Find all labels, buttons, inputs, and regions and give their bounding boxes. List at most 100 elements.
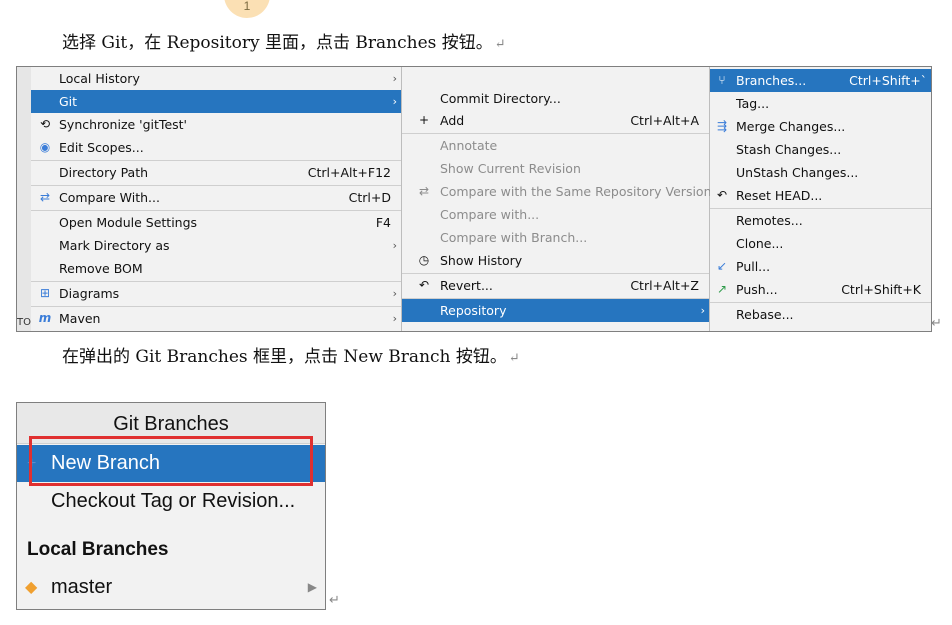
chevron-right-icon: › <box>392 312 397 325</box>
menu-background <box>710 319 931 331</box>
checkout-tag-item[interactable]: Checkout Tag or Revision... <box>17 483 325 520</box>
menu-item-maven[interactable]: m Maven › <box>31 307 401 330</box>
menu-item-remove-bom[interactable]: Remove BOM <box>31 257 401 280</box>
return-mark: ↵ <box>508 351 520 366</box>
page-number-badge: 1 <box>224 0 270 18</box>
menu-item-label: Local History <box>59 71 140 86</box>
context-menu-screenshot: TO Local History › Git › ⟲ Synchronize '… <box>16 66 932 332</box>
menu-item-merge-changes[interactable]: ⇶ Merge Changes... <box>710 115 931 138</box>
menu-item-edit-scopes[interactable]: ◉ Edit Scopes... <box>31 136 401 159</box>
menu-item-diagrams[interactable]: ⊞ Diagrams › <box>31 282 401 305</box>
menu-item-local-history[interactable]: Local History › <box>31 67 401 90</box>
menu-item-label: Mark Directory as <box>59 238 170 253</box>
compare-icon: ⇄ <box>39 190 51 204</box>
menu-item-label: Compare with the Same Repository Version <box>440 184 712 199</box>
menu-item-label: Add <box>440 113 465 128</box>
menu-item-open-module-settings[interactable]: Open Module Settings F4 <box>31 211 401 234</box>
tag-icon: ◆ <box>25 579 38 596</box>
menu-item-shortcut: Ctrl+D <box>348 190 391 205</box>
scope-icon: ◉ <box>39 140 51 154</box>
diagram-icon: ⊞ <box>39 286 51 300</box>
menu-item-label: Diagrams <box>59 286 120 301</box>
menu-item-compare-with-branch[interactable]: Compare with Branch... <box>402 226 709 249</box>
menu-item-label: Compare with Branch... <box>440 230 588 245</box>
menu-item-label: Synchronize 'gitTest' <box>59 117 187 132</box>
menu-item-label: Clone... <box>736 236 784 251</box>
menu-item-label: Tag... <box>736 96 770 111</box>
pull-icon: ↙ <box>716 259 728 273</box>
menu-item-shortcut: Ctrl+Alt+Z <box>630 278 699 293</box>
branch-item-master[interactable]: ◆ master ▶ <box>17 569 325 606</box>
menu-item-unstash-changes[interactable]: UnStash Changes... <box>710 161 931 184</box>
item-label: master <box>51 576 113 598</box>
menu-item-annotate[interactable]: Annotate <box>402 134 709 157</box>
menu-item-repository[interactable]: Repository › <box>402 299 709 322</box>
menu-item-clone[interactable]: Clone... <box>710 232 931 255</box>
menu-item-tag[interactable]: Tag... <box>710 92 931 115</box>
menu-item-git[interactable]: Git › <box>31 90 401 113</box>
gutter-text: TO <box>17 317 31 328</box>
menu-item-label: Annotate <box>440 138 498 153</box>
plus-icon: + <box>418 113 430 127</box>
chevron-right-icon: ▶ <box>307 580 317 594</box>
menu-item-show-history[interactable]: ◷ Show History <box>402 249 709 272</box>
push-icon: ↗ <box>716 282 728 296</box>
menu-item-pull[interactable]: ↙ Pull... <box>710 255 931 278</box>
clock-icon: ◷ <box>418 253 430 267</box>
menu-item-mark-directory[interactable]: Mark Directory as › <box>31 234 401 257</box>
menu-item-add[interactable]: + Add Ctrl+Alt+A <box>402 109 709 132</box>
menu-item-label: Pull... <box>736 259 771 274</box>
git-submenu: Commit Directory... + Add Ctrl+Alt+A Ann… <box>402 67 712 331</box>
menu-item-branches[interactable]: ⑂ Branches... Ctrl+Shift+` <box>710 69 931 92</box>
menu-item-reset-head[interactable]: ↶ Reset HEAD... <box>710 184 931 207</box>
local-branches-header: Local Branches <box>27 539 169 560</box>
menu-item-label: Maven <box>59 311 101 326</box>
menu-item-compare-with[interactable]: ⇄ Compare With... Ctrl+D <box>31 186 401 209</box>
menu-item-shortcut: F4 <box>375 215 391 230</box>
menu-item-label: Push... <box>736 282 778 297</box>
menu-item-show-current-revision[interactable]: Show Current Revision <box>402 157 709 180</box>
chevron-right-icon: › <box>392 239 397 252</box>
menu-item-label: Directory Path <box>59 165 149 180</box>
git-branches-popup: Git Branches + New Branch Checkout Tag o… <box>16 402 326 610</box>
return-mark: ↵ <box>329 592 340 607</box>
menu-item-label: Branches... <box>736 73 807 88</box>
chevron-right-icon: › <box>392 72 397 85</box>
chevron-right-icon: › <box>700 304 705 317</box>
menu-item-synchronize[interactable]: ⟲ Synchronize 'gitTest' <box>31 113 401 136</box>
menu-item-revert[interactable]: ↶ Revert... Ctrl+Alt+Z <box>402 274 709 297</box>
revert-icon: ↶ <box>418 278 430 292</box>
item-label: Checkout Tag or Revision... <box>51 490 296 512</box>
branch-icon: ⑂ <box>718 73 726 87</box>
menu-item-shortcut: Ctrl+Shift+` <box>849 73 927 88</box>
menu-item-stash-changes[interactable]: Stash Changes... <box>710 138 931 161</box>
menu-item-label: Reset HEAD... <box>736 188 823 203</box>
paragraph-text: 在弹出的 Git Branches 框里，点击 New Branch 按钮。 <box>62 347 507 367</box>
menu-item-directory-path[interactable]: Directory Path Ctrl+Alt+F12 <box>31 161 401 184</box>
menu-item-label: Commit Directory... <box>440 91 561 106</box>
menu-item-label: Edit Scopes... <box>59 140 144 155</box>
menu-item-compare-with[interactable]: Compare with... <box>402 203 709 226</box>
menu-item-remotes[interactable]: Remotes... <box>710 209 931 232</box>
menu-item-label: Compare With... <box>59 190 160 205</box>
editor-gutter: TO <box>17 67 32 331</box>
menu-item-shortcut: Ctrl+Alt+F12 <box>307 165 391 180</box>
menu-item-label: Show History <box>440 253 523 268</box>
menu-item-label: Compare with... <box>440 207 540 222</box>
menu-item-label: Revert... <box>440 278 493 293</box>
menu-item-compare-same-repo[interactable]: ⇄ Compare with the Same Repository Versi… <box>402 180 712 203</box>
menu-item-shortcut: Ctrl+Shift+K <box>841 282 921 297</box>
return-mark: ↵ <box>494 37 506 52</box>
project-context-menu: Local History › Git › ⟲ Synchronize 'git… <box>31 67 402 331</box>
menu-item-commit-directory[interactable]: Commit Directory... <box>402 87 709 110</box>
menu-item-label: Open Module Settings <box>59 215 198 230</box>
menu-item-push[interactable]: ↗ Push... Ctrl+Shift+K <box>710 278 931 301</box>
return-mark: ↵ <box>931 315 942 330</box>
menu-item-label: Stash Changes... <box>736 142 842 157</box>
menu-item-label: UnStash Changes... <box>736 165 859 180</box>
compare-icon: ⇄ <box>418 184 430 198</box>
menu-item-label: Remotes... <box>736 213 803 228</box>
highlight-box <box>29 436 313 486</box>
repository-submenu: ⑂ Branches... Ctrl+Shift+` Tag... ⇶ Merg… <box>710 67 931 322</box>
instruction-paragraph-2: 在弹出的 Git Branches 框里，点击 New Branch 按钮。 ↵ <box>62 342 520 367</box>
